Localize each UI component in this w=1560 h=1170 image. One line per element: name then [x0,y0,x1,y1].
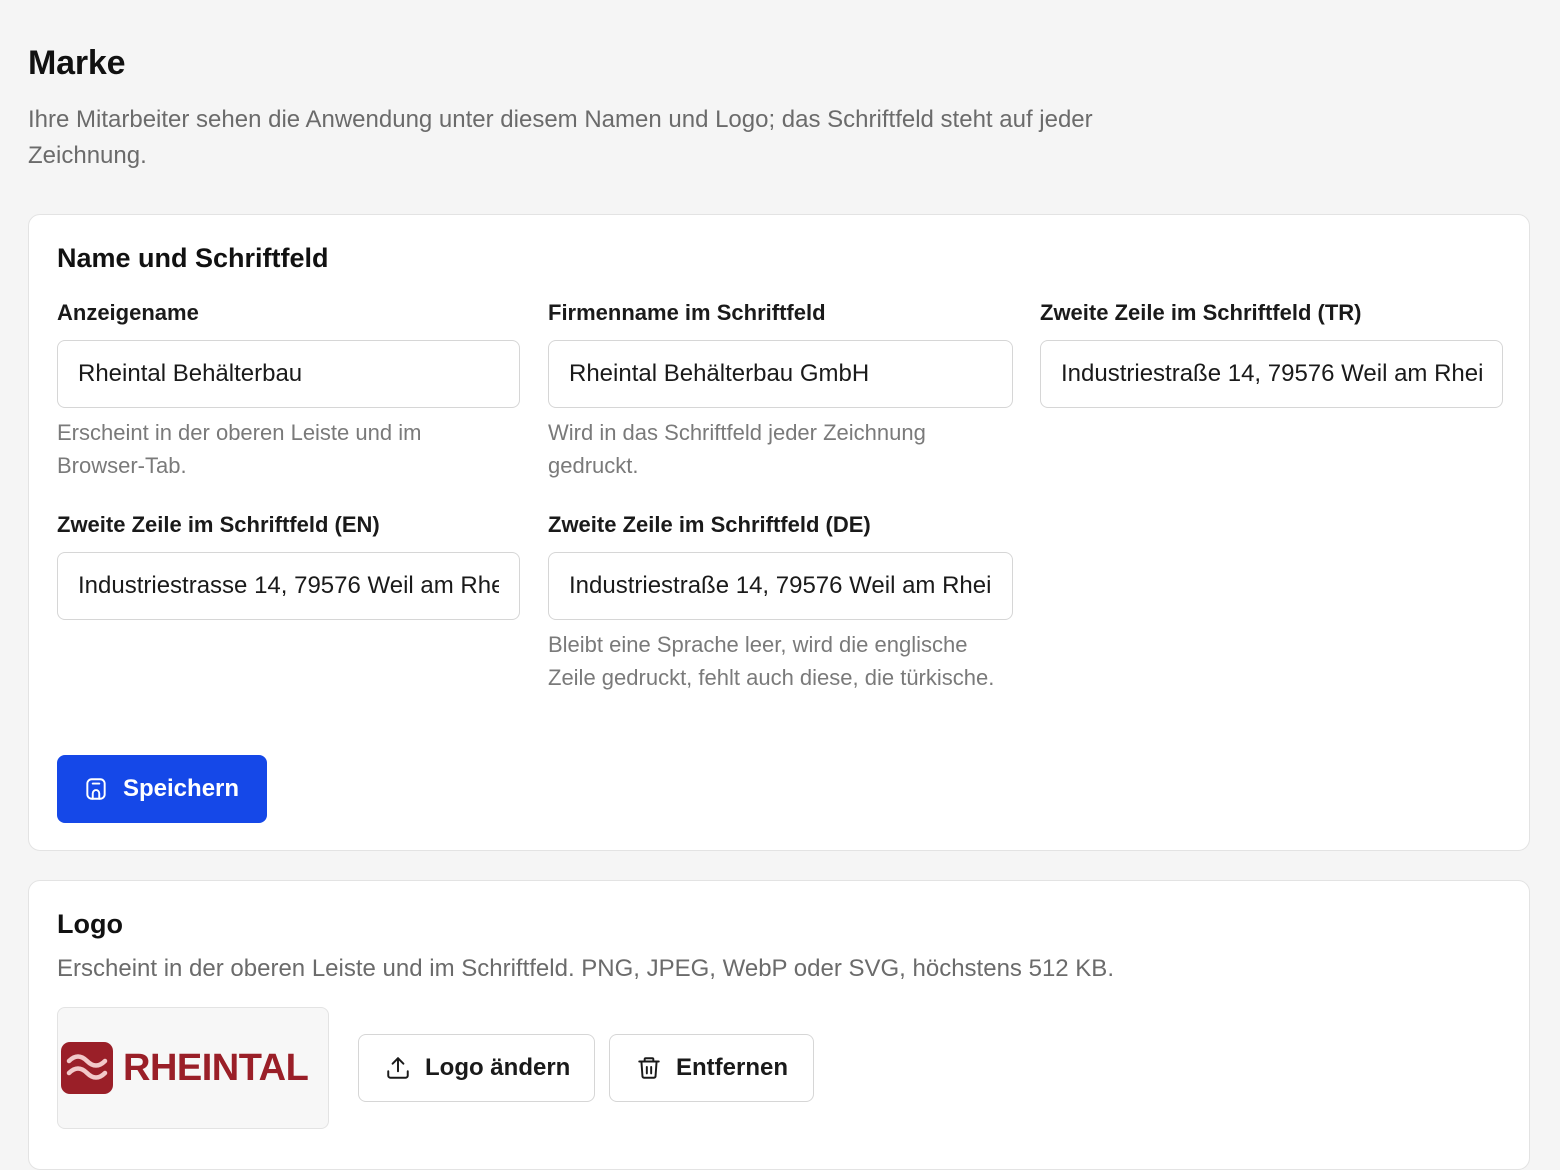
logo-card: Logo Erscheint in der oberen Leiste und … [28,880,1530,1170]
logo-section-title: Logo [57,909,123,939]
second-line-tr-label: Zweite Zeile im Schriftfeld (TR) [1040,300,1362,325]
logo-description: Erscheint in der oberen Leiste und im Sc… [57,955,1114,982]
company-name-input[interactable] [548,340,1013,408]
company-name-hint: Wird in das Schriftfeld jeder Zeichnung … [548,420,926,478]
save-icon [83,776,109,802]
display-name-hint: Erscheint in der oberen Leiste und im Br… [57,420,422,478]
change-logo-button[interactable]: Logo ändern [358,1034,595,1102]
company-name-label: Firmenname im Schriftfeld [548,300,826,325]
fallback-hint: Bleibt eine Sprache leer, wird die engli… [548,632,995,690]
wave-logo-icon [61,1042,113,1094]
second-line-de-label: Zweite Zeile im Schriftfeld (DE) [548,512,871,537]
upload-icon [385,1055,411,1081]
display-name-input[interactable] [57,340,520,408]
logo-preview: RHEINTAL [57,1007,329,1129]
second-line-en-label: Zweite Zeile im Schriftfeld (EN) [57,512,380,537]
display-name-label: Anzeigename [57,300,199,325]
trash-icon [636,1055,662,1081]
second-line-tr-input[interactable] [1040,340,1503,408]
logo-wordmark: RHEINTAL [123,1046,309,1089]
second-line-de-input[interactable] [548,552,1013,620]
change-logo-label: Logo ändern [425,1054,571,1081]
name-and-title-block-card: Name und Schriftfeld Anzeigename Erschei… [28,214,1530,851]
save-button-label: Speichern [123,775,240,802]
page-title: Marke [28,44,126,82]
page-description: Ihre Mitarbeiter sehen die Anwendung unt… [28,106,1093,169]
remove-logo-button[interactable]: Entfernen [609,1034,814,1102]
save-button[interactable]: Speichern [57,755,267,823]
second-line-en-input[interactable] [57,552,520,620]
section-title: Name und Schriftfeld [57,243,329,273]
remove-logo-label: Entfernen [676,1054,789,1081]
